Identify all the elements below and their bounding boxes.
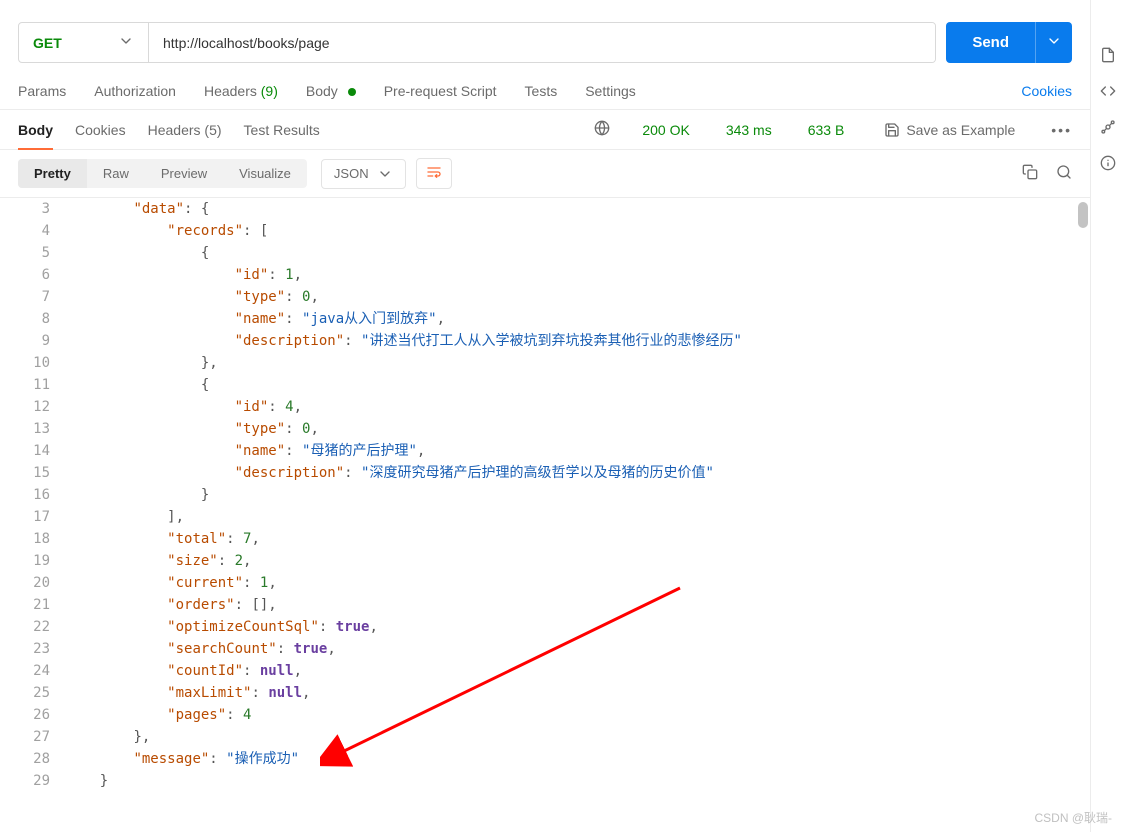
tab-authorization[interactable]: Authorization <box>94 83 176 99</box>
code-line[interactable]: 25 "maxLimit": null, <box>0 682 1090 704</box>
body-indicator-dot <box>348 88 356 96</box>
code-line[interactable]: 9 "description": "讲述当代打工人从入学被坑到弃坑投奔其他行业的… <box>0 330 1090 352</box>
code-line[interactable]: 28 "message": "操作成功" <box>0 748 1090 770</box>
status-code: 200 OK <box>642 122 689 138</box>
code-line[interactable]: 6 "id": 1, <box>0 264 1090 286</box>
request-bar: GET Send <box>0 0 1090 77</box>
send-group: Send <box>946 22 1072 63</box>
code-line[interactable]: 15 "description": "深度研究母猪产后护理的高级哲学以及母猪的历… <box>0 462 1090 484</box>
code-line[interactable]: 17 ], <box>0 506 1090 528</box>
code-line[interactable]: 27 }, <box>0 726 1090 748</box>
view-raw[interactable]: Raw <box>87 159 145 188</box>
code-line[interactable]: 7 "type": 0, <box>0 286 1090 308</box>
format-select[interactable]: JSON <box>321 159 406 189</box>
headers-count: (9) <box>261 83 278 99</box>
response-tabs: Body Cookies Headers (5) Test Results 20… <box>0 110 1090 149</box>
code-line[interactable]: 3 "data": { <box>0 198 1090 220</box>
related-icon[interactable] <box>1099 118 1117 136</box>
code-line[interactable]: 16 } <box>0 484 1090 506</box>
code-line[interactable]: 22 "optimizeCountSql": true, <box>0 616 1090 638</box>
code-line[interactable]: 4 "records": [ <box>0 220 1090 242</box>
right-rail <box>1090 0 1124 832</box>
view-mode-segment: Pretty Raw Preview Visualize <box>18 159 307 188</box>
view-visualize[interactable]: Visualize <box>223 159 307 188</box>
code-line[interactable]: 5 { <box>0 242 1090 264</box>
docs-icon[interactable] <box>1099 46 1117 64</box>
code-line[interactable]: 18 "total": 7, <box>0 528 1090 550</box>
code-line[interactable]: 8 "name": "java从入门到放弃", <box>0 308 1090 330</box>
code-line[interactable]: 26 "pages": 4 <box>0 704 1090 726</box>
resp-tab-headers[interactable]: Headers (5) <box>148 122 222 138</box>
tab-prerequest[interactable]: Pre-request Script <box>384 83 497 99</box>
code-line[interactable]: 21 "orders": [], <box>0 594 1090 616</box>
code-line[interactable]: 12 "id": 4, <box>0 396 1090 418</box>
tab-params[interactable]: Params <box>18 83 66 99</box>
tab-tests[interactable]: Tests <box>525 83 558 99</box>
response-size: 633 B <box>808 122 845 138</box>
info-icon[interactable] <box>1099 154 1117 172</box>
send-dropdown[interactable] <box>1035 22 1072 63</box>
resp-tab-tests[interactable]: Test Results <box>244 122 320 138</box>
search-icon[interactable] <box>1056 164 1072 183</box>
cookies-link[interactable]: Cookies <box>1021 83 1072 99</box>
resp-tab-cookies[interactable]: Cookies <box>75 122 126 138</box>
url-input[interactable] <box>149 23 935 62</box>
method-select[interactable]: GET <box>19 23 149 62</box>
code-icon[interactable] <box>1099 82 1117 100</box>
more-icon[interactable]: ••• <box>1051 122 1072 138</box>
view-preview[interactable]: Preview <box>145 159 223 188</box>
code-line[interactable]: 11 { <box>0 374 1090 396</box>
request-tabs: Params Authorization Headers (9) Body Pr… <box>0 77 1090 110</box>
tab-settings[interactable]: Settings <box>585 83 636 99</box>
code-line[interactable]: 10 }, <box>0 352 1090 374</box>
response-body[interactable]: 3 "data": {4 "records": [5 {6 "id": 1,7 … <box>0 198 1090 798</box>
tab-headers[interactable]: Headers (9) <box>204 83 278 99</box>
resp-headers-count: (5) <box>204 122 221 138</box>
method-url-group: GET <box>18 22 936 63</box>
code-line[interactable]: 24 "countId": null, <box>0 660 1090 682</box>
resp-tab-body[interactable]: Body <box>18 122 53 138</box>
code-line[interactable]: 23 "searchCount": true, <box>0 638 1090 660</box>
watermark: CSDN @耿瑞- <box>1034 809 1112 826</box>
tab-body[interactable]: Body <box>306 83 356 99</box>
code-line[interactable]: 19 "size": 2, <box>0 550 1090 572</box>
save-as-example[interactable]: Save as Example <box>884 122 1015 138</box>
code-line[interactable]: 14 "name": "母猪的产后护理", <box>0 440 1090 462</box>
code-line[interactable]: 20 "current": 1, <box>0 572 1090 594</box>
code-line[interactable]: 13 "type": 0, <box>0 418 1090 440</box>
response-time: 343 ms <box>726 122 772 138</box>
globe-icon[interactable] <box>594 120 610 139</box>
view-pretty[interactable]: Pretty <box>18 159 87 188</box>
view-bar: Pretty Raw Preview Visualize JSON <box>0 149 1090 198</box>
copy-icon[interactable] <box>1022 164 1038 183</box>
code-line[interactable]: 29 } <box>0 770 1090 792</box>
method-label: GET <box>33 35 62 51</box>
wrap-lines-icon[interactable] <box>416 158 452 189</box>
chevron-down-icon <box>118 33 134 52</box>
send-button[interactable]: Send <box>946 22 1035 63</box>
scrollbar-thumb[interactable] <box>1078 202 1088 228</box>
